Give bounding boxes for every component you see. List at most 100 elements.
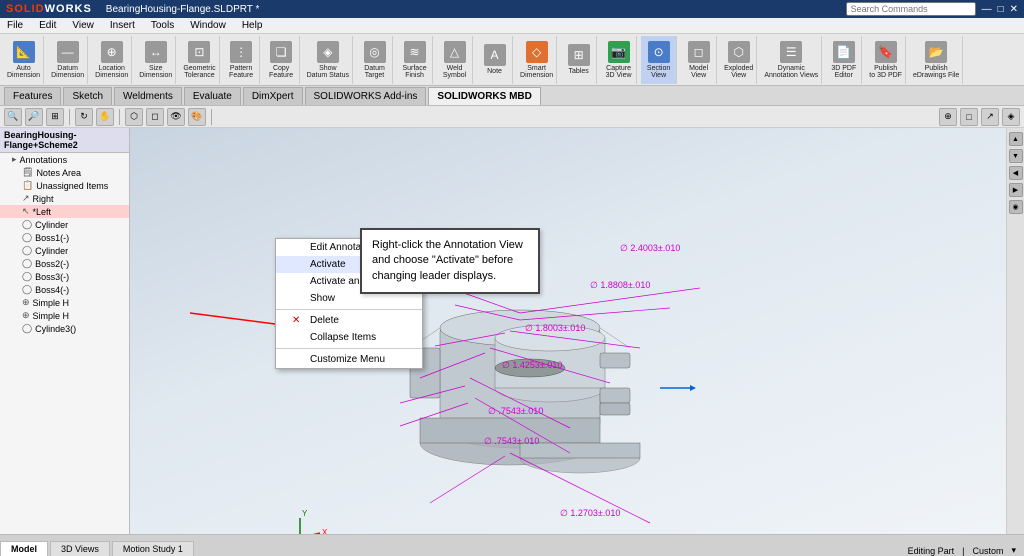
tree-item-boss4[interactable]: ◯ Boss4(-) [0, 283, 129, 296]
tree-item-annotations[interactable]: ▸ Annotations [0, 153, 129, 166]
tree-item-cylinder1[interactable]: ◯ Cylinder [0, 218, 129, 231]
tree-item-unassigned[interactable]: 📋 Unassigned Items [0, 179, 129, 192]
tool-location-dimension[interactable]: ⊕ LocationDimension [92, 36, 132, 84]
tool-section-view[interactable]: ⊙ SectionView [641, 36, 677, 84]
bot-tab-model[interactable]: Model [0, 541, 48, 556]
bot-tab-motion-study[interactable]: Motion Study 1 [112, 541, 194, 556]
tab-weldments[interactable]: Weldments [114, 87, 182, 105]
rp-btn-1[interactable]: ▲ [1009, 132, 1023, 146]
3d-viewport[interactable]: X Y Z ∅ 2.4003±.010 ∅ 1.8808±.010 ∅ 1.80… [130, 128, 1024, 534]
right-view-icon: ↗ [22, 193, 30, 204]
menu-file[interactable]: File [4, 20, 26, 31]
ctx-collapse-items[interactable]: Collapse Items [276, 329, 422, 346]
menu-insert[interactable]: Insert [107, 20, 138, 31]
menu-tools[interactable]: Tools [148, 20, 177, 31]
tree-item-simple2[interactable]: ⊕ Simple H [0, 309, 129, 322]
tool-surface-finish[interactable]: ≋ SurfaceFinish [397, 36, 433, 84]
tree-item-simple1[interactable]: ⊕ Simple H [0, 296, 129, 309]
ctx-customize-menu[interactable]: Customize Menu [276, 351, 422, 368]
tab-evaluate[interactable]: Evaluate [184, 87, 241, 105]
view-btn-r3[interactable]: ↗ [981, 108, 999, 126]
hide-show-button[interactable]: 👁 [167, 108, 185, 126]
title-bar: SOLIDWORKS BearingHousing-Flange.SLDPRT … [0, 0, 1024, 18]
ctx-delete[interactable]: ✕ Delete [276, 312, 422, 329]
view-btn-r1[interactable]: ⊕ [939, 108, 957, 126]
search-input[interactable] [846, 2, 976, 16]
tree-item-cylinder3[interactable]: ◯ Cylinde3() [0, 322, 129, 335]
tool-model-view[interactable]: ◻ ModelView [681, 36, 717, 84]
tool-capture-3d-view[interactable]: 📷 Capture3D View [601, 36, 637, 84]
rp-btn-5[interactable]: ◉ [1009, 200, 1023, 214]
surface-finish-icon: ≋ [404, 41, 426, 63]
tool-publish-edrawings[interactable]: 📂 PublisheDrawings File [910, 36, 963, 84]
tree-item-boss3[interactable]: ◯ Boss3(-) [0, 270, 129, 283]
tool-pattern-feature[interactable]: ⋮ PatternFeature [224, 36, 260, 84]
tab-sw-mbd[interactable]: SOLIDWORKS MBD [428, 87, 540, 105]
tree-item-right[interactable]: ↗ Right [0, 192, 129, 205]
tool-datum-dimension[interactable]: — DatumDimension [48, 36, 88, 84]
zoom-in-button[interactable]: 🔍 [4, 108, 22, 126]
view-orient-button[interactable]: ⬡ [125, 108, 143, 126]
view-btn-r2[interactable]: □ [960, 108, 978, 126]
tool-show-datum-status[interactable]: ◈ ShowDatum Status [304, 36, 353, 84]
tool-3d-pdf-editor[interactable]: 📄 3D PDFEditor [826, 36, 862, 84]
tree-item-boss1[interactable]: ◯ Boss1(-) [0, 231, 129, 244]
tool-publish-to-3d[interactable]: 🔖 Publishto 3D PDF [866, 36, 906, 84]
tool-dynamic-annotation[interactable]: ☰ DynamicAnnotation Views [761, 36, 822, 84]
tool-copy-feature[interactable]: ❏ CopyFeature [264, 36, 300, 84]
display-style-button[interactable]: ◻ [146, 108, 164, 126]
tool-smart-dimension[interactable]: ◇ SmartDimension [517, 36, 557, 84]
rp-btn-4[interactable]: ▶ [1009, 183, 1023, 197]
tab-features[interactable]: Features [4, 87, 61, 105]
part-rendering: X Y Z [180, 148, 780, 534]
3d-pdf-editor-icon: 📄 [833, 41, 855, 63]
notes-icon: 🗒 [22, 167, 33, 178]
auto-dimension-icon: 📐 [13, 41, 35, 63]
menu-view[interactable]: View [69, 20, 97, 31]
tooltip-text: Right-click the Annotation View and choo… [372, 239, 523, 282]
view-btn-r4[interactable]: ◈ [1002, 108, 1020, 126]
tool-exploded-view[interactable]: ⬡ ExplodedView [721, 36, 757, 84]
zoom-out-button[interactable]: 🔎 [25, 108, 43, 126]
annotation-4: ∅ 1.4253±.010 [502, 360, 562, 371]
close-button[interactable]: ✕ [1010, 4, 1018, 15]
zoom-fit-button[interactable]: ⊞ [46, 108, 64, 126]
tab-sw-addins[interactable]: SOLIDWORKS Add-ins [305, 87, 427, 105]
tool-datum-target[interactable]: ◎ DatumTarget [357, 36, 393, 84]
edit-appearance-button[interactable]: 🎨 [188, 108, 206, 126]
status-arrow[interactable]: ▾ [1011, 545, 1016, 556]
publish-edrawings-icon: 📂 [925, 41, 947, 63]
tree-item-boss2[interactable]: ◯ Boss2(-) [0, 257, 129, 270]
tool-size-dimension[interactable]: ↔ SizeDimension [136, 36, 176, 84]
tree-item-left[interactable]: ↖ *Left [0, 205, 129, 218]
annotation-2: ∅ 1.8808±.010 [590, 280, 650, 291]
tree-item-cylinder2[interactable]: ◯ Cylinder [0, 244, 129, 257]
tooltip-callout: Right-click the Annotation View and choo… [360, 228, 540, 294]
tool-auto-dimension[interactable]: 📐 AutoDimension [4, 36, 44, 84]
rp-btn-3[interactable]: ◀ [1009, 166, 1023, 180]
pan-button[interactable]: ✋ [96, 108, 114, 126]
tab-bar: Features Sketch Weldments Evaluate DimXp… [0, 86, 1024, 106]
tool-weld-symbol[interactable]: △ WeldSymbol [437, 36, 473, 84]
rp-btn-2[interactable]: ▼ [1009, 149, 1023, 163]
minimize-button[interactable]: — [982, 4, 992, 15]
tab-sketch[interactable]: Sketch [63, 87, 112, 105]
view-toolbar: 🔍 🔎 ⊞ ↻ ✋ ⬡ ◻ 👁 🎨 ⊕ □ ↗ ◈ [0, 106, 1024, 128]
tool-tables[interactable]: ⊞ Tables [561, 36, 597, 84]
tab-dimxpert[interactable]: DimXpert [243, 87, 303, 105]
menu-bar: File Edit View Insert Tools Window Help [0, 18, 1024, 34]
right-panel: ▲ ▼ ◀ ▶ ◉ [1006, 128, 1024, 534]
rotate-button[interactable]: ↻ [75, 108, 93, 126]
bot-tab-3dviews[interactable]: 3D Views [50, 541, 110, 556]
pattern-feature-icon: ⋮ [230, 41, 252, 63]
menu-help[interactable]: Help [239, 20, 266, 31]
tool-note[interactable]: A Note [477, 36, 513, 84]
note-icon: A [484, 44, 506, 66]
tool-geometric-tolerance[interactable]: ⊡ GeometricTolerance [180, 36, 219, 84]
menu-edit[interactable]: Edit [36, 20, 59, 31]
tree-item-notes-area[interactable]: 🗒 Notes Area [0, 166, 129, 179]
menu-window[interactable]: Window [187, 20, 229, 31]
ctx-separator-1 [276, 309, 422, 310]
maximize-button[interactable]: □ [998, 4, 1004, 15]
sep1 [69, 109, 70, 125]
